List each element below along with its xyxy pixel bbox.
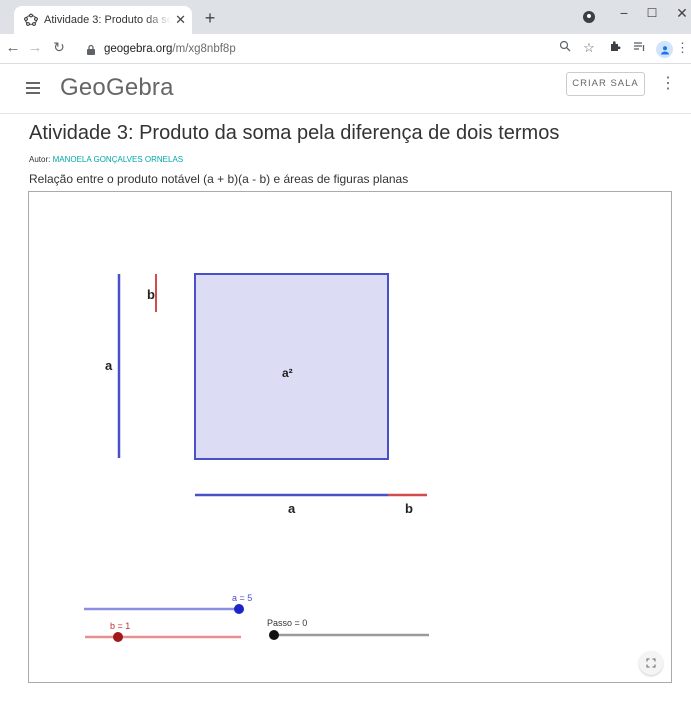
label-a-squared: a² <box>282 366 293 380</box>
more-icon[interactable]: ⋮ <box>676 40 689 56</box>
browser-tab-strip: Atividade 3: Produto da soma pela difere… <box>0 0 691 34</box>
author-line: Autor: MANOELA GONÇALVES ORNELAS <box>29 155 183 164</box>
slider-a-handle[interactable] <box>234 604 244 614</box>
tab-close-icon[interactable]: ✕ <box>175 12 186 28</box>
slider-a-label: a = 5 <box>232 593 252 603</box>
slider-passo-label: Passo = 0 <box>267 618 307 628</box>
create-room-button[interactable]: CRIAR SALA <box>566 72 645 96</box>
geogebra-applet[interactable]: b a a² a b a = 5 b = 1 Passo = 0 <box>28 191 672 683</box>
hamburger-menu-icon[interactable] <box>26 82 40 94</box>
new-tab-button[interactable]: + <box>200 8 220 28</box>
label-b-vertical: b <box>147 287 155 302</box>
browser-tab[interactable]: Atividade 3: Produto da soma pela difere… <box>14 6 192 34</box>
slider-passo-handle[interactable] <box>269 630 279 640</box>
label-a-vertical: a <box>105 358 113 373</box>
zoom-icon[interactable] <box>556 40 574 55</box>
fullscreen-button[interactable] <box>639 651 663 675</box>
back-arrow-icon[interactable]: ← <box>4 39 22 56</box>
reading-list-icon[interactable] <box>630 40 648 55</box>
slider-b-label: b = 1 <box>110 621 130 631</box>
author-link[interactable]: MANOELA GONÇALVES ORNELAS <box>53 155 184 164</box>
url-path: /m/xg8nbf8p <box>172 43 236 55</box>
address-bar[interactable]: geogebra.org/m/xg8nbf8p <box>86 39 286 59</box>
header-more-icon[interactable]: ⋮ <box>660 76 676 92</box>
fullscreen-icon <box>646 658 656 668</box>
extensions-icon[interactable] <box>606 40 624 55</box>
page-description: Relação entre o produto notável (a + b)(… <box>29 172 409 186</box>
minimize-button[interactable]: − <box>614 5 634 21</box>
page-title: Atividade 3: Produto da soma pela difere… <box>29 122 560 144</box>
geogebra-logo[interactable]: GeoGebra <box>60 74 174 102</box>
applet-canvas[interactable]: b a a² a b a = 5 b = 1 Passo = 0 <box>29 192 673 684</box>
geogebra-header: GeoGebra CRIAR SALA ⋮ <box>0 64 691 114</box>
geogebra-favicon-icon <box>24 13 38 27</box>
lock-icon <box>87 44 95 55</box>
url-host: geogebra.org <box>104 43 173 55</box>
tab-title: Atividade 3: Produto da soma pela difere… <box>44 14 172 26</box>
browser-toolbar: ← → ↻ geogebra.org/m/xg8nbf8p ☆ ⋮ <box>0 34 691 64</box>
label-a-horizontal: a <box>288 501 296 516</box>
star-icon[interactable]: ☆ <box>580 40 598 56</box>
profile-icon[interactable] <box>656 41 673 58</box>
reload-icon[interactable]: ↻ <box>50 39 68 56</box>
slider-b-handle[interactable] <box>113 632 123 642</box>
close-window-button[interactable]: ✕ <box>672 5 691 22</box>
profile-indicator-icon[interactable] <box>583 11 595 23</box>
forward-arrow-icon[interactable]: → <box>26 39 44 56</box>
author-label: Autor: <box>29 155 51 164</box>
label-b-horizontal: b <box>405 501 413 516</box>
maximize-button[interactable]: ☐ <box>642 6 662 20</box>
